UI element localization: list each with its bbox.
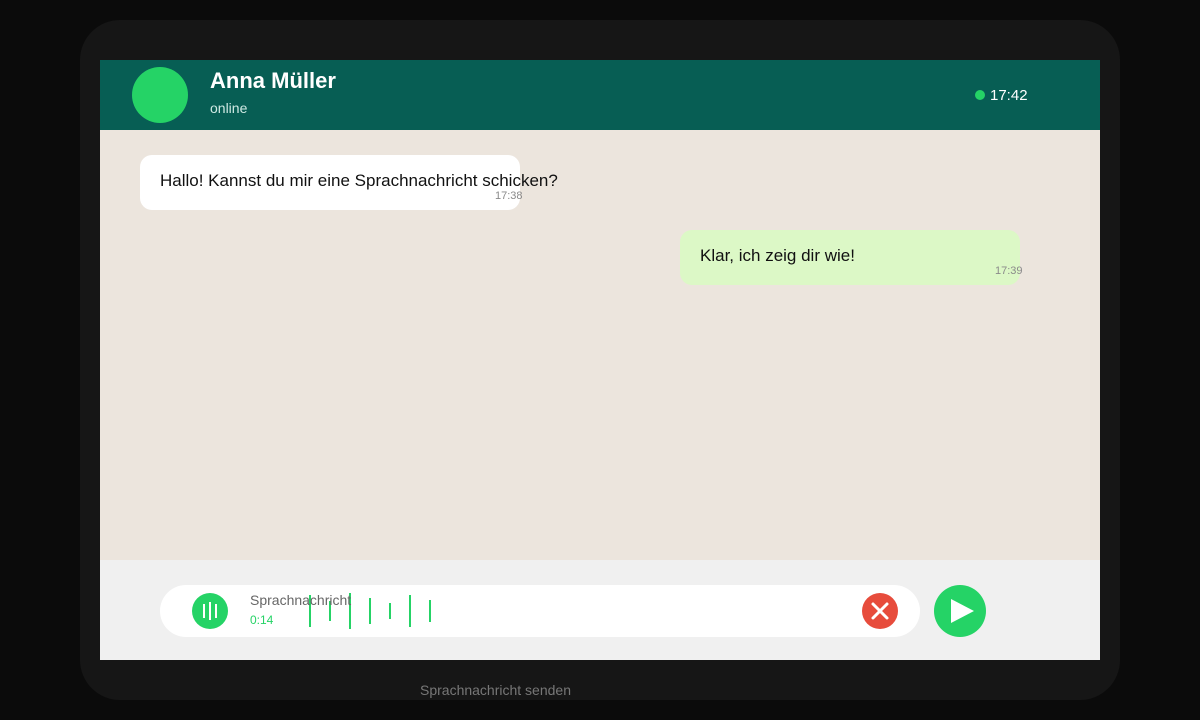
chat-header: Anna Müller online 17:42: [100, 60, 1100, 130]
contact-name[interactable]: Anna Müller: [210, 68, 336, 94]
clock: 17:42: [990, 87, 1028, 104]
chat-screen: Anna Müller online 17:42 Hallo! Kannst d…: [100, 60, 1100, 660]
contact-status: online: [210, 100, 248, 116]
message-time: 17:39: [995, 265, 1023, 277]
mic-icon[interactable]: [192, 593, 228, 629]
message-incoming[interactable]: Hallo! Kannst du mir eine Sprachnachrich…: [140, 155, 558, 210]
message-outgoing[interactable]: Klar, ich zeig dir wie! 17:39: [680, 230, 1023, 285]
recording-label: Sprachnachricht: [250, 592, 352, 608]
send-icon[interactable]: [934, 585, 986, 637]
message-time: 17:38: [495, 190, 523, 202]
caption: Sprachnachricht senden: [420, 682, 571, 698]
message-text: Hallo! Kannst du mir eine Sprachnachrich…: [160, 171, 558, 190]
close-icon[interactable]: [862, 593, 898, 629]
composer-bar: Sprachnachricht 0:14: [100, 560, 1100, 660]
contact-avatar[interactable]: [132, 67, 188, 123]
voice-recorder: Sprachnachricht 0:14: [160, 585, 920, 637]
recording-duration: 0:14: [250, 613, 274, 627]
message-text: Klar, ich zeig dir wie!: [700, 246, 855, 265]
status-dot-icon: [975, 90, 985, 100]
